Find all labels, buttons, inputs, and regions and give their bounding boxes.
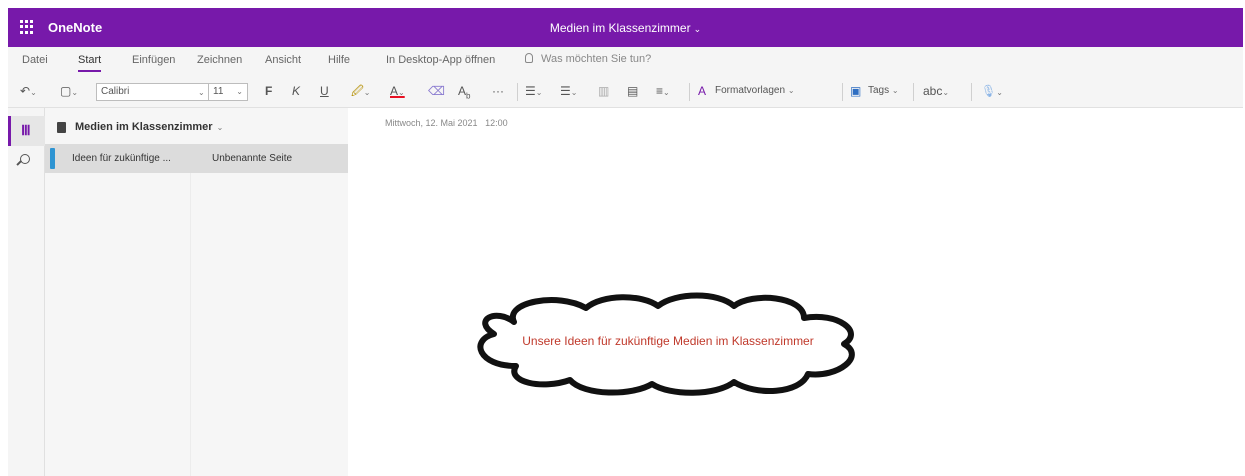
dictate-icon[interactable]: 🎙⌄ — [981, 82, 1003, 100]
page-canvas[interactable]: Mittwoch, 12. Mai 2021 12:00 Unsere Idee… — [348, 108, 1243, 476]
section-color-tab — [50, 148, 55, 169]
section-item[interactable]: Ideen für zukünftige ... — [45, 144, 191, 173]
notebook-header[interactable]: Medien im Klassenzimmer ⌄ — [45, 108, 348, 144]
text-styles-icon[interactable]: Ab — [458, 82, 470, 100]
more-icon[interactable]: ··· — [492, 82, 504, 100]
align-icon[interactable]: ≡⌄ — [656, 82, 670, 100]
tab-ansicht[interactable]: Ansicht — [265, 54, 301, 66]
highlight-icon[interactable]: 🖉⌄ — [351, 82, 371, 100]
tags-label: Tags — [868, 85, 890, 96]
divider — [971, 83, 972, 101]
styles-button[interactable]: Formatvorlagen ⌄ — [715, 82, 795, 100]
chevron-down-icon: ⌄ — [693, 24, 702, 34]
tag-icon[interactable]: ▣ — [850, 82, 861, 100]
open-desktop-app-button[interactable]: In Desktop-App öffnen — [386, 54, 495, 66]
section-label: Ideen für zukünftige ... — [72, 153, 171, 164]
bold-button[interactable]: F — [265, 82, 272, 100]
styles-icon[interactable]: A — [698, 82, 706, 100]
left-rail: Ⅲ — [8, 108, 45, 476]
lightbulb-icon — [525, 53, 533, 63]
outdent-icon[interactable]: ▥ — [598, 82, 609, 100]
page-date: Mittwoch, 12. Mai 2021 — [385, 118, 478, 128]
page-time: 12:00 — [485, 118, 508, 128]
divider — [842, 83, 843, 101]
font-color-icon[interactable]: A⌄ — [390, 82, 405, 100]
undo-icon[interactable]: ↶⌄ — [20, 82, 37, 100]
notebooks-button[interactable]: Ⅲ — [8, 116, 45, 146]
notebook-title: Medien im Klassenzimmer ⌄ — [75, 121, 223, 133]
divider — [689, 83, 690, 101]
font-size-select[interactable]: 11 ⌄ — [208, 83, 248, 101]
tab-start[interactable]: Start — [78, 54, 102, 72]
italic-button[interactable]: K — [292, 82, 300, 100]
clipboard-icon[interactable]: ▢⌄ — [60, 82, 78, 100]
menu-bar: Datei Start Einfügen Zeichnen Ansicht Hi… — [8, 47, 1243, 75]
page-item[interactable]: Unbenannte Seite — [191, 144, 348, 173]
styles-label: Formatvorlagen — [715, 85, 786, 96]
font-name-value: Calibri — [101, 86, 130, 97]
cloud-shape[interactable]: Unsere Ideen für zukünftige Medien im Kl… — [466, 290, 870, 398]
chevron-down-icon: ⌄ — [236, 87, 243, 96]
numbered-list-icon[interactable]: ☰⌄ — [560, 82, 577, 100]
title-bar: OneNote Medien im Klassenzimmer ⌄ — [8, 8, 1243, 47]
clear-format-icon[interactable]: ⌫ — [428, 82, 445, 100]
search-icon[interactable] — [20, 154, 30, 164]
font-name-dropdown-icon[interactable]: ⌄ — [198, 82, 205, 100]
tab-zeichnen[interactable]: Zeichnen — [197, 54, 242, 66]
tab-datei[interactable]: Datei — [22, 54, 48, 66]
cloud-text[interactable]: Unsere Ideen für zukünftige Medien im Kl… — [466, 334, 870, 348]
spelling-icon[interactable]: abc⌄ — [923, 82, 949, 100]
page-label: Unbenannte Seite — [212, 153, 293, 164]
notebook-icon — [57, 122, 66, 133]
document-title-label: Medien im Klassenzimmer — [549, 21, 691, 35]
divider — [913, 83, 914, 101]
document-title[interactable]: Medien im Klassenzimmer ⌄ — [8, 21, 1243, 35]
section-list: Ideen für zukünftige ... — [45, 144, 191, 476]
notebooks-icon: Ⅲ — [21, 122, 31, 138]
page-datetime: Mittwoch, 12. Mai 2021 12:00 — [385, 118, 508, 128]
tab-hilfe[interactable]: Hilfe — [328, 54, 350, 66]
tell-me-placeholder: Was möchten Sie tun? — [541, 53, 652, 65]
ribbon-toolbar: ↶⌄ ▢⌄ Calibri ⌄ 11 ⌄ F K U 🖉⌄ A⌄ ⌫ Ab ··… — [8, 75, 1243, 108]
indent-icon[interactable]: ▤ — [627, 82, 638, 100]
font-size-value: 11 — [213, 86, 224, 97]
chevron-down-icon: ⌄ — [216, 123, 224, 132]
tell-me-search[interactable]: Was möchten Sie tun? — [525, 53, 651, 65]
tab-einfuegen[interactable]: Einfügen — [132, 54, 175, 66]
divider — [517, 83, 518, 101]
notebook-title-label: Medien im Klassenzimmer — [75, 121, 213, 133]
navigation-pane: Medien im Klassenzimmer ⌄ Ideen für zukün… — [45, 108, 348, 476]
underline-button[interactable]: U — [320, 82, 329, 100]
font-name-select[interactable]: Calibri — [96, 83, 210, 101]
tags-button[interactable]: Tags ⌄ — [868, 82, 899, 100]
bullet-list-icon[interactable]: ☰⌄ — [525, 82, 542, 100]
page-list: Unbenannte Seite — [191, 144, 348, 476]
